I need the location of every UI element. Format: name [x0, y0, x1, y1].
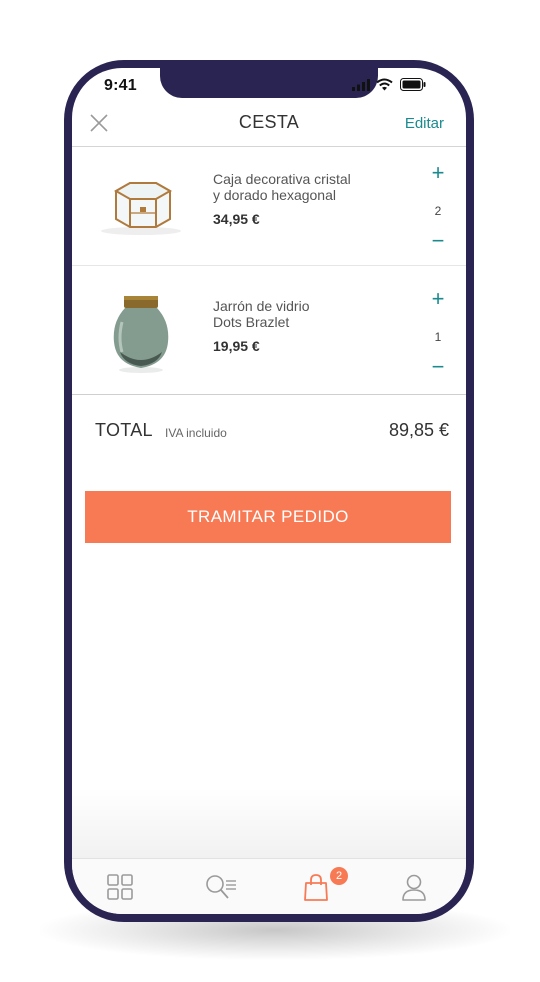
nav-bar: CESTA Editar [72, 98, 466, 147]
item-name-line-2: y dorado hexagonal [213, 187, 336, 203]
grid-icon [107, 874, 133, 900]
cart-item: Jarrón de vidrio Dots Brazlet 19,95 € + … [72, 266, 466, 395]
tab-bar: 2 [72, 858, 466, 914]
decrease-quantity-button[interactable]: − [426, 229, 450, 253]
total-row: TOTAL IVA incluido 89,85 € [72, 395, 466, 465]
increase-quantity-button[interactable]: + [426, 161, 450, 185]
tab-cart[interactable] [268, 859, 366, 914]
content-fade [72, 788, 466, 858]
hexagonal-glass-box-image [101, 182, 181, 235]
item-name-line-1: Jarrón de vidrio [213, 298, 310, 314]
item-quantity: 2 [434, 204, 442, 218]
tab-search[interactable] [170, 859, 268, 914]
notch [160, 68, 378, 98]
item-name: Jarrón de vidrio Dots Brazlet [213, 298, 310, 330]
edit-button[interactable]: Editar [405, 115, 444, 132]
phone-frame: 9:41 CESTA Editar Caja decorativa crista… [64, 60, 474, 922]
cart-badge: 2 [330, 867, 348, 885]
increase-quantity-button[interactable]: + [426, 287, 450, 311]
wifi-icon [376, 78, 393, 91]
total-amount: 89,85 € [388, 420, 449, 440]
item-price: 19,95 € [213, 338, 260, 354]
tab-catalog[interactable] [72, 859, 170, 914]
checkout-button[interactable]: TRAMITAR PEDIDO [85, 491, 451, 543]
shopping-bag-icon [304, 874, 328, 901]
battery-icon [400, 78, 426, 91]
decrease-quantity-button[interactable]: − [426, 355, 450, 379]
search-list-icon [206, 875, 236, 899]
item-name-line-1: Caja decorativa cristal [213, 171, 351, 187]
item-name-line-2: Dots Brazlet [213, 314, 290, 330]
user-icon [402, 874, 426, 901]
cart-item: Caja decorativa cristal y dorado hexagon… [72, 147, 466, 266]
signal-icon [352, 79, 370, 91]
item-name: Caja decorativa cristal y dorado hexagon… [213, 171, 351, 203]
phone-screen: 9:41 CESTA Editar Caja decorativa crista… [72, 68, 466, 914]
tab-profile[interactable] [366, 859, 464, 914]
status-time: 9:41 [104, 77, 137, 94]
total-label: TOTAL [95, 420, 153, 440]
glass-vase-image [113, 296, 169, 373]
item-quantity: 1 [434, 330, 442, 344]
vat-note: IVA incluido [165, 426, 227, 440]
item-price: 34,95 € [213, 211, 260, 227]
